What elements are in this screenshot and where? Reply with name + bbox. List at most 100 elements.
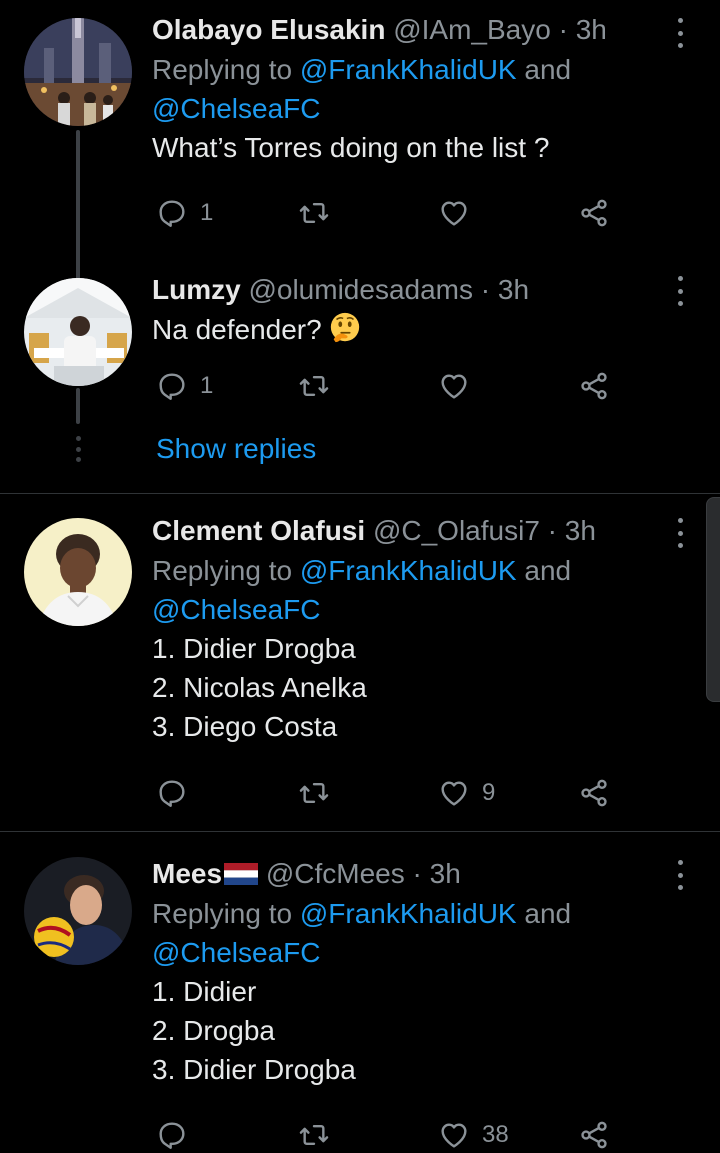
reply-icon [156,197,188,229]
replying-and: and [516,54,572,85]
tweet-text: 1. Didier Drogba 2. Nicolas Anelka 3. Di… [152,629,660,746]
timestamp: 3h [575,14,607,45]
retweet-icon [298,1119,330,1151]
replying-prefix: Replying to [152,54,300,85]
tweet-actions: 1 [152,366,622,406]
tweet-text: 1. Didier 2. Drogba 3. Didier Drogba [152,972,660,1089]
tweet-text-line: 3. Diego Costa [152,711,338,742]
share-icon [578,777,610,809]
like-button[interactable]: 38 [438,1115,509,1153]
more-options-icon[interactable] [670,276,690,306]
handle[interactable]: @CfcMees [266,858,405,889]
replying-to: Replying to @FrankKhalidUK and @ChelseaF… [152,894,660,972]
handle[interactable]: @olumidesadams [248,274,473,305]
thread-line [76,130,80,280]
replying-to: Replying to @FrankKhalidUK and @ChelseaF… [152,50,660,128]
tweet-text-line: 1. Didier [152,976,257,1007]
more-options-icon[interactable] [670,518,690,548]
tweet-header: Olabayo Elusakin @IAm_Bayo · 3h [152,12,660,48]
share-icon [578,197,610,229]
thread-continuation-dots [75,436,81,462]
mention-link[interactable]: @ChelseaFC [152,93,320,124]
thread-line [76,388,80,424]
replying-and: and [516,898,572,929]
reply-button[interactable] [156,1115,188,1153]
handle[interactable]: @IAm_Bayo [393,14,551,45]
more-options-icon[interactable] [670,18,690,48]
divider [0,493,720,494]
retweet-button[interactable] [298,366,330,406]
tweet-actions: 9 [152,773,622,813]
reply-button[interactable]: 1 [156,366,213,406]
tweet-text-body: Na defender? [152,314,322,345]
reply-icon [156,370,188,402]
share-button[interactable] [578,366,610,406]
mention-link[interactable]: @ChelseaFC [152,594,320,625]
divider [0,831,720,832]
display-name[interactable]: Olabayo Elusakin [152,14,385,45]
avatar[interactable] [24,518,132,626]
display-name[interactable]: Mees [152,858,222,889]
reply-button[interactable] [156,773,188,813]
tweet-header: Clement Olafusi @C_Olafusi7 · 3h [152,513,660,549]
tweet-text-line: 1. Didier Drogba [152,633,356,664]
tweet-text: What’s Torres doing on the list ? [152,132,550,163]
separator-dot: · [558,14,568,45]
replying-to: Replying to @FrankKhalidUK and @ChelseaF… [152,551,660,629]
reply-icon [156,777,188,809]
separator-dot: · [480,274,491,305]
reply-icon [156,1119,188,1151]
reply-count: 1 [200,199,214,226]
like-button[interactable] [438,366,470,406]
heart-icon [438,1119,470,1151]
mention-link[interactable]: @FrankKhalidUK [300,555,517,586]
tweet-text: Na defender? [152,310,660,349]
show-replies-link[interactable]: Show replies [156,430,316,468]
display-name[interactable]: Clement Olafusi [152,515,365,546]
display-name[interactable]: Lumzy [152,274,241,305]
mention-link[interactable]: @FrankKhalidUK [300,54,517,85]
tweet-text-line: 2. Drogba [152,1015,275,1046]
heart-icon [438,370,470,402]
mention-link[interactable]: @FrankKhalidUK [300,898,517,929]
mention-link[interactable]: @ChelseaFC [152,937,320,968]
heart-icon [438,197,470,229]
more-options-icon[interactable] [670,860,690,890]
reply-count: 1 [200,372,214,399]
retweet-icon [298,370,330,402]
tweet-actions: 38 [152,1115,622,1153]
timestamp: 3h [429,858,461,889]
netherlands-flag-emoji [224,863,259,885]
retweet-icon [298,197,330,229]
avatar[interactable] [24,18,132,126]
tweet-header: Mees @CfcMees · 3h [152,856,660,892]
replying-prefix: Replying to [152,555,300,586]
retweet-button[interactable] [298,773,330,813]
separator-dot: · [412,858,422,889]
avatar[interactable] [24,857,132,965]
handle[interactable]: @C_Olafusi7 [373,515,540,546]
share-button[interactable] [578,1115,610,1153]
like-button[interactable] [438,193,470,233]
scrollbar[interactable] [706,497,720,702]
tweet-text-line: 3. Didier Drogba [152,1054,356,1085]
like-button[interactable]: 9 [438,773,495,813]
share-icon [578,370,610,402]
retweet-button[interactable] [298,193,330,233]
share-button[interactable] [578,773,610,813]
avatar[interactable] [24,278,132,386]
thinking-face-emoji [330,312,359,343]
timestamp: 3h [497,274,530,305]
reply-button[interactable]: 1 [156,193,213,233]
like-count: 38 [482,1121,509,1148]
tweet-header: Lumzy @olumidesadams · 3h [152,272,660,308]
retweet-button[interactable] [298,1115,330,1153]
share-button[interactable] [578,193,610,233]
timestamp: 3h [564,515,596,546]
share-icon [578,1119,610,1151]
heart-icon [438,777,470,809]
replying-and: and [516,555,572,586]
tweet-text-line: 2. Nicolas Anelka [152,672,367,703]
tweet-actions: 1 [152,193,622,233]
separator-dot: · [547,515,557,546]
